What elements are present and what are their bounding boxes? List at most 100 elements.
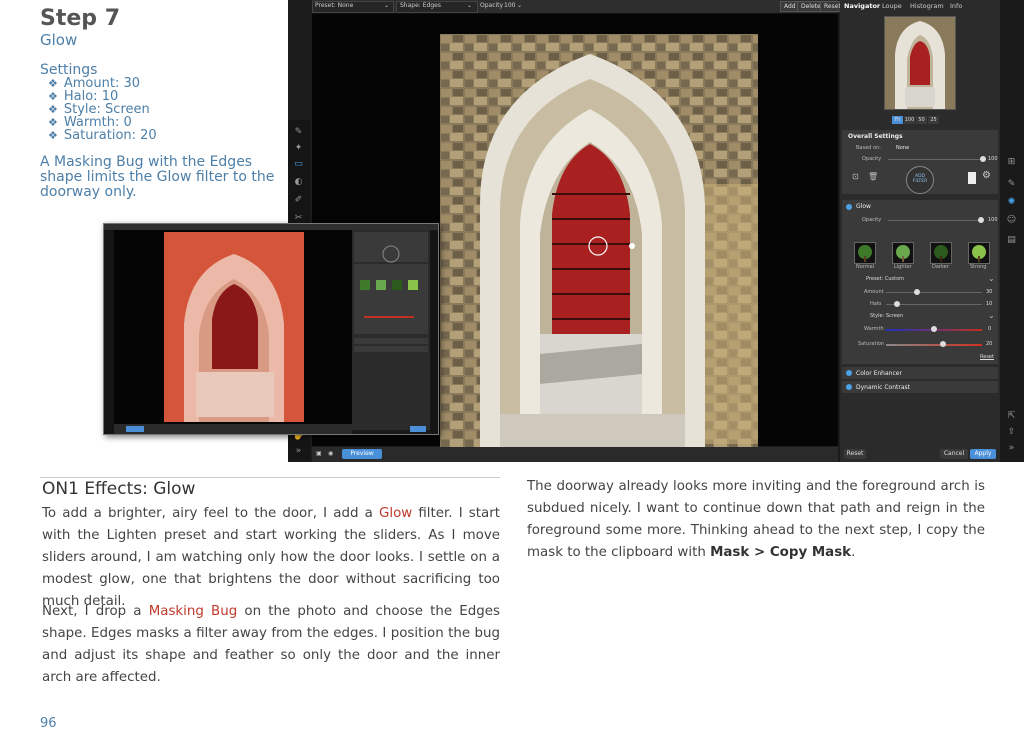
step-title: Step 7	[40, 6, 120, 31]
amount-knob[interactable]	[914, 289, 920, 295]
share-icon[interactable]: ⇪	[1004, 426, 1019, 438]
preset-strong-thumb[interactable]	[968, 242, 990, 264]
article-heading: ON1 Effects: Glow	[42, 479, 196, 499]
saturation-knob[interactable]	[940, 341, 946, 347]
trash-icon[interactable]: 🗑	[868, 172, 878, 181]
add-filter-label: ADD FILTER	[912, 174, 928, 184]
browse-module-icon[interactable]: ⊞	[1004, 156, 1019, 168]
compare-icon[interactable]: ◉	[328, 450, 333, 457]
mask-tool-icon[interactable]: ▭	[291, 158, 306, 170]
halo-slider[interactable]	[886, 304, 982, 305]
preset-label: Preset: None	[315, 2, 354, 9]
gear-icon[interactable]: ⚙	[982, 170, 991, 181]
zoom-50-button[interactable]: 50	[916, 116, 927, 124]
cancel-button[interactable]: Cancel	[940, 449, 968, 459]
opacity-label: Opacity	[480, 2, 504, 9]
glow-opacity-label: Opacity	[862, 217, 882, 223]
tab-histogram[interactable]: Histogram	[910, 2, 944, 10]
paragraph-1: To add a brighter, airy feel to the door…	[42, 503, 500, 613]
tab-info[interactable]: Info	[950, 2, 962, 10]
saturation-slider[interactable]	[886, 344, 982, 346]
dynamic-contrast-title: Dynamic Contrast	[856, 384, 911, 391]
halo-value: 10	[986, 301, 993, 307]
style-select[interactable]: Style: Screen	[870, 313, 903, 319]
chevron-down-icon[interactable]: ⌄	[988, 311, 995, 320]
chevron-down-icon: ⌄	[384, 2, 390, 9]
tab-loupe[interactable]: Loupe	[882, 2, 902, 10]
gradient-tool-icon[interactable]: ◐	[291, 176, 306, 188]
paragraph-2: Next, I drop a Masking Bug on the photo …	[42, 601, 500, 689]
saturation-value: 20	[986, 341, 993, 347]
tree-icon	[896, 245, 910, 262]
step-caption: A Masking Bug with the Edges shape limit…	[40, 154, 275, 200]
masking-bug-term: Masking Bug	[148, 604, 238, 619]
refine-tool-icon[interactable]: ✐	[291, 194, 306, 206]
glow-title: Glow	[856, 203, 871, 210]
dynamic-contrast-section[interactable]: Dynamic Contrast	[842, 381, 998, 393]
zoom-100-button[interactable]: 100	[904, 116, 915, 124]
preview-button[interactable]: Preview	[342, 449, 382, 459]
paragraph-2-text: Next, I drop a	[42, 604, 149, 619]
color-enhancer-check-icon[interactable]	[846, 370, 852, 376]
overall-opacity-label: Opacity	[862, 156, 882, 162]
tree-icon	[934, 245, 948, 262]
layer-icon[interactable]: ⊡	[852, 172, 859, 181]
bug-tool-icon[interactable]: ✦	[291, 142, 306, 154]
warmth-knob[interactable]	[931, 326, 937, 332]
warmth-label: Warmth	[864, 326, 884, 332]
zoom-25-button[interactable]: 25	[928, 116, 939, 124]
panel-reset-button[interactable]: Reset	[844, 449, 866, 459]
inset-screenshot	[103, 223, 439, 435]
based-on-label: Based on:	[856, 145, 881, 151]
split-view-icon[interactable]: ▣	[316, 450, 322, 457]
preset-lighter-thumb[interactable]	[892, 242, 914, 264]
portrait-module-icon[interactable]: ☺	[1004, 214, 1019, 226]
resize-icon[interactable]: ⇱	[1004, 410, 1019, 422]
color-enhancer-section[interactable]: Color Enhancer	[842, 367, 998, 379]
glow-opacity-slider[interactable]	[888, 220, 984, 221]
right-panel: Navigator Loupe Histogram Info Fit 100 5…	[840, 0, 1000, 462]
halo-label: Halo	[870, 301, 882, 307]
preset-lighter-label: Lighter	[894, 264, 912, 270]
collapse-panel-icon[interactable]: »	[1004, 442, 1019, 454]
paragraph-1-text: To add a brighter, airy feel to the door…	[42, 506, 379, 521]
preset-strong-label: Strong	[970, 264, 987, 270]
paragraph-3-text-cont: .	[851, 545, 856, 560]
apply-button[interactable]: Apply	[970, 449, 996, 459]
overall-opacity-knob[interactable]	[980, 156, 986, 162]
chevron-down-icon: ⌄	[467, 2, 473, 9]
develop-module-icon[interactable]: ✎	[1004, 178, 1019, 190]
glow-reset-link[interactable]: Reset	[980, 354, 994, 360]
preset-darker-thumb[interactable]	[930, 242, 952, 264]
tab-navigator[interactable]: Navigator	[844, 2, 880, 10]
expand-icon[interactable]: »	[291, 445, 306, 457]
settings-list: Amount: 30 Halo: 10 Style: Screen Warmth…	[48, 77, 157, 142]
zoom-buttons: Fit 100 50 25	[892, 116, 952, 124]
step-subtitle: Glow	[40, 31, 78, 49]
amount-value: 30	[986, 289, 993, 295]
tree-icon	[972, 245, 986, 262]
page-number: 96	[40, 716, 57, 731]
opacity-value[interactable]: 100	[504, 2, 515, 9]
dynamic-contrast-check-icon[interactable]	[846, 384, 852, 390]
navigator-thumbnail[interactable]	[884, 16, 956, 110]
based-on-value[interactable]: None	[896, 145, 909, 151]
amount-slider[interactable]	[886, 292, 982, 293]
module-sidebar: ⊞ ✎ ✺ ☺ ▤ ⇱ ⇪ »	[1000, 0, 1024, 462]
glow-enabled-check-icon[interactable]	[846, 204, 852, 210]
brush-tool-icon[interactable]: ✎	[291, 126, 306, 138]
preset-select[interactable]: Preset: Custom	[866, 276, 904, 282]
overall-opacity-slider[interactable]	[888, 159, 984, 160]
effects-module-icon[interactable]: ✺	[1004, 196, 1019, 208]
zoom-fit-button[interactable]: Fit	[892, 116, 903, 124]
layers-module-icon[interactable]: ▤	[1004, 234, 1019, 246]
mask-swatch[interactable]	[968, 172, 976, 184]
warmth-value: 0	[988, 326, 992, 332]
chevron-down-icon[interactable]: ⌄	[988, 274, 995, 283]
overall-settings-title: Overall Settings	[848, 133, 903, 140]
glow-opacity-knob[interactable]	[978, 217, 984, 223]
glow-opacity-value: 100	[988, 217, 998, 223]
halo-knob[interactable]	[894, 301, 900, 307]
preset-normal-thumb[interactable]	[854, 242, 876, 264]
saturation-label: Saturation	[858, 341, 885, 347]
